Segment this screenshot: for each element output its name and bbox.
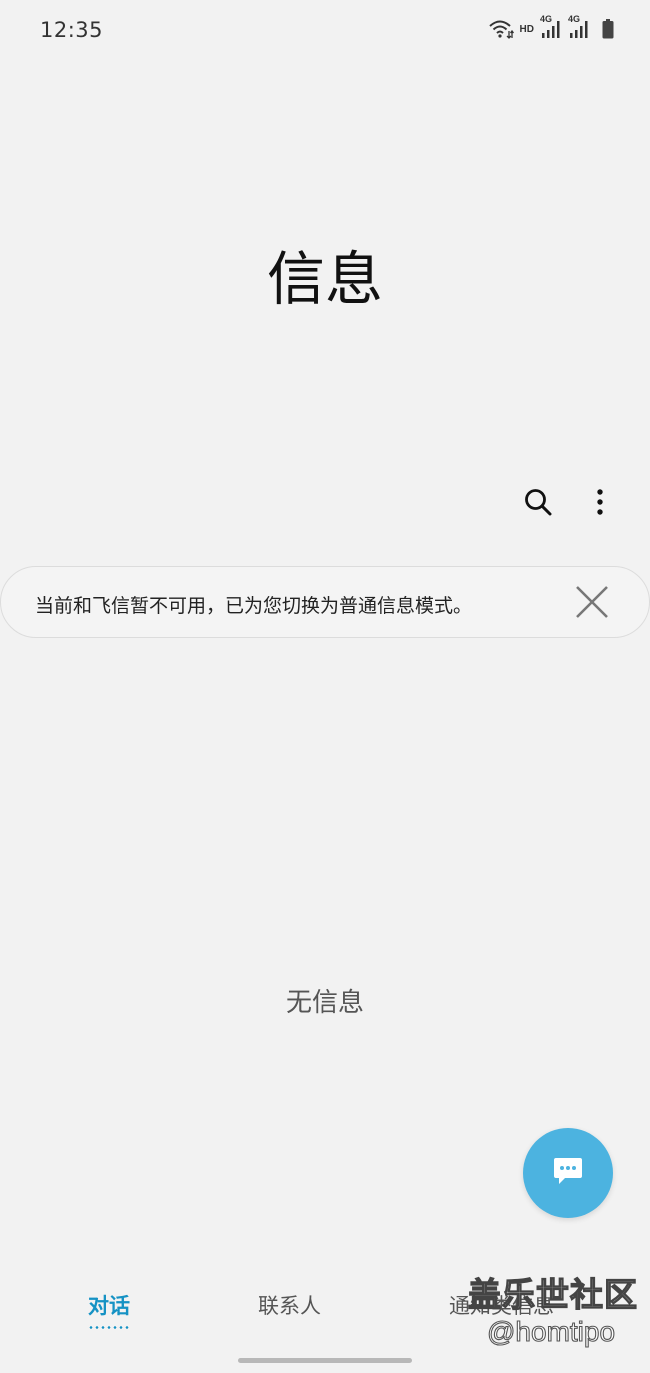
- empty-state-text: 无信息: [285, 988, 364, 1018]
- tab-label: 对话: [88, 1294, 130, 1318]
- home-indicator[interactable]: [238, 1358, 412, 1363]
- signal-icon: 4G: [540, 14, 562, 40]
- more-options-icon: [595, 488, 605, 520]
- tab-conversations[interactable]: 对话: [88, 1290, 130, 1329]
- network-type-label: 4G: [540, 14, 553, 24]
- watermark-site: 盖乐世社区: [467, 1274, 638, 1314]
- battery-icon: [602, 19, 614, 39]
- notice-banner: 当前和飞信暂不可用，已为您切换为普通信息模式。: [0, 566, 650, 638]
- wifi-icon: [488, 18, 514, 40]
- status-icons: HD 4G 4G: [488, 14, 614, 40]
- search-button[interactable]: [518, 484, 558, 524]
- more-options-button[interactable]: [580, 484, 620, 524]
- notice-close-button[interactable]: [569, 581, 615, 627]
- watermark-handle: @homtipo: [486, 1315, 616, 1347]
- page-title: 信息: [266, 245, 383, 313]
- status-time: 12:35: [40, 18, 104, 42]
- network-type-label: 4G: [568, 14, 581, 24]
- hd-label: HD: [519, 23, 534, 35]
- compose-message-icon: [551, 1154, 585, 1192]
- notice-text: 当前和飞信暂不可用，已为您切换为普通信息模式。: [35, 595, 473, 617]
- active-tab-indicator: [88, 1326, 130, 1329]
- signal-icon: 4G: [568, 14, 590, 40]
- search-icon: [523, 487, 553, 521]
- close-icon: [575, 585, 609, 623]
- tab-contacts[interactable]: 联系人: [258, 1290, 321, 1320]
- status-bar: 12:35 HD 4G 4G: [0, 0, 650, 62]
- tab-label: 联系人: [258, 1294, 321, 1318]
- compose-button[interactable]: [523, 1128, 613, 1218]
